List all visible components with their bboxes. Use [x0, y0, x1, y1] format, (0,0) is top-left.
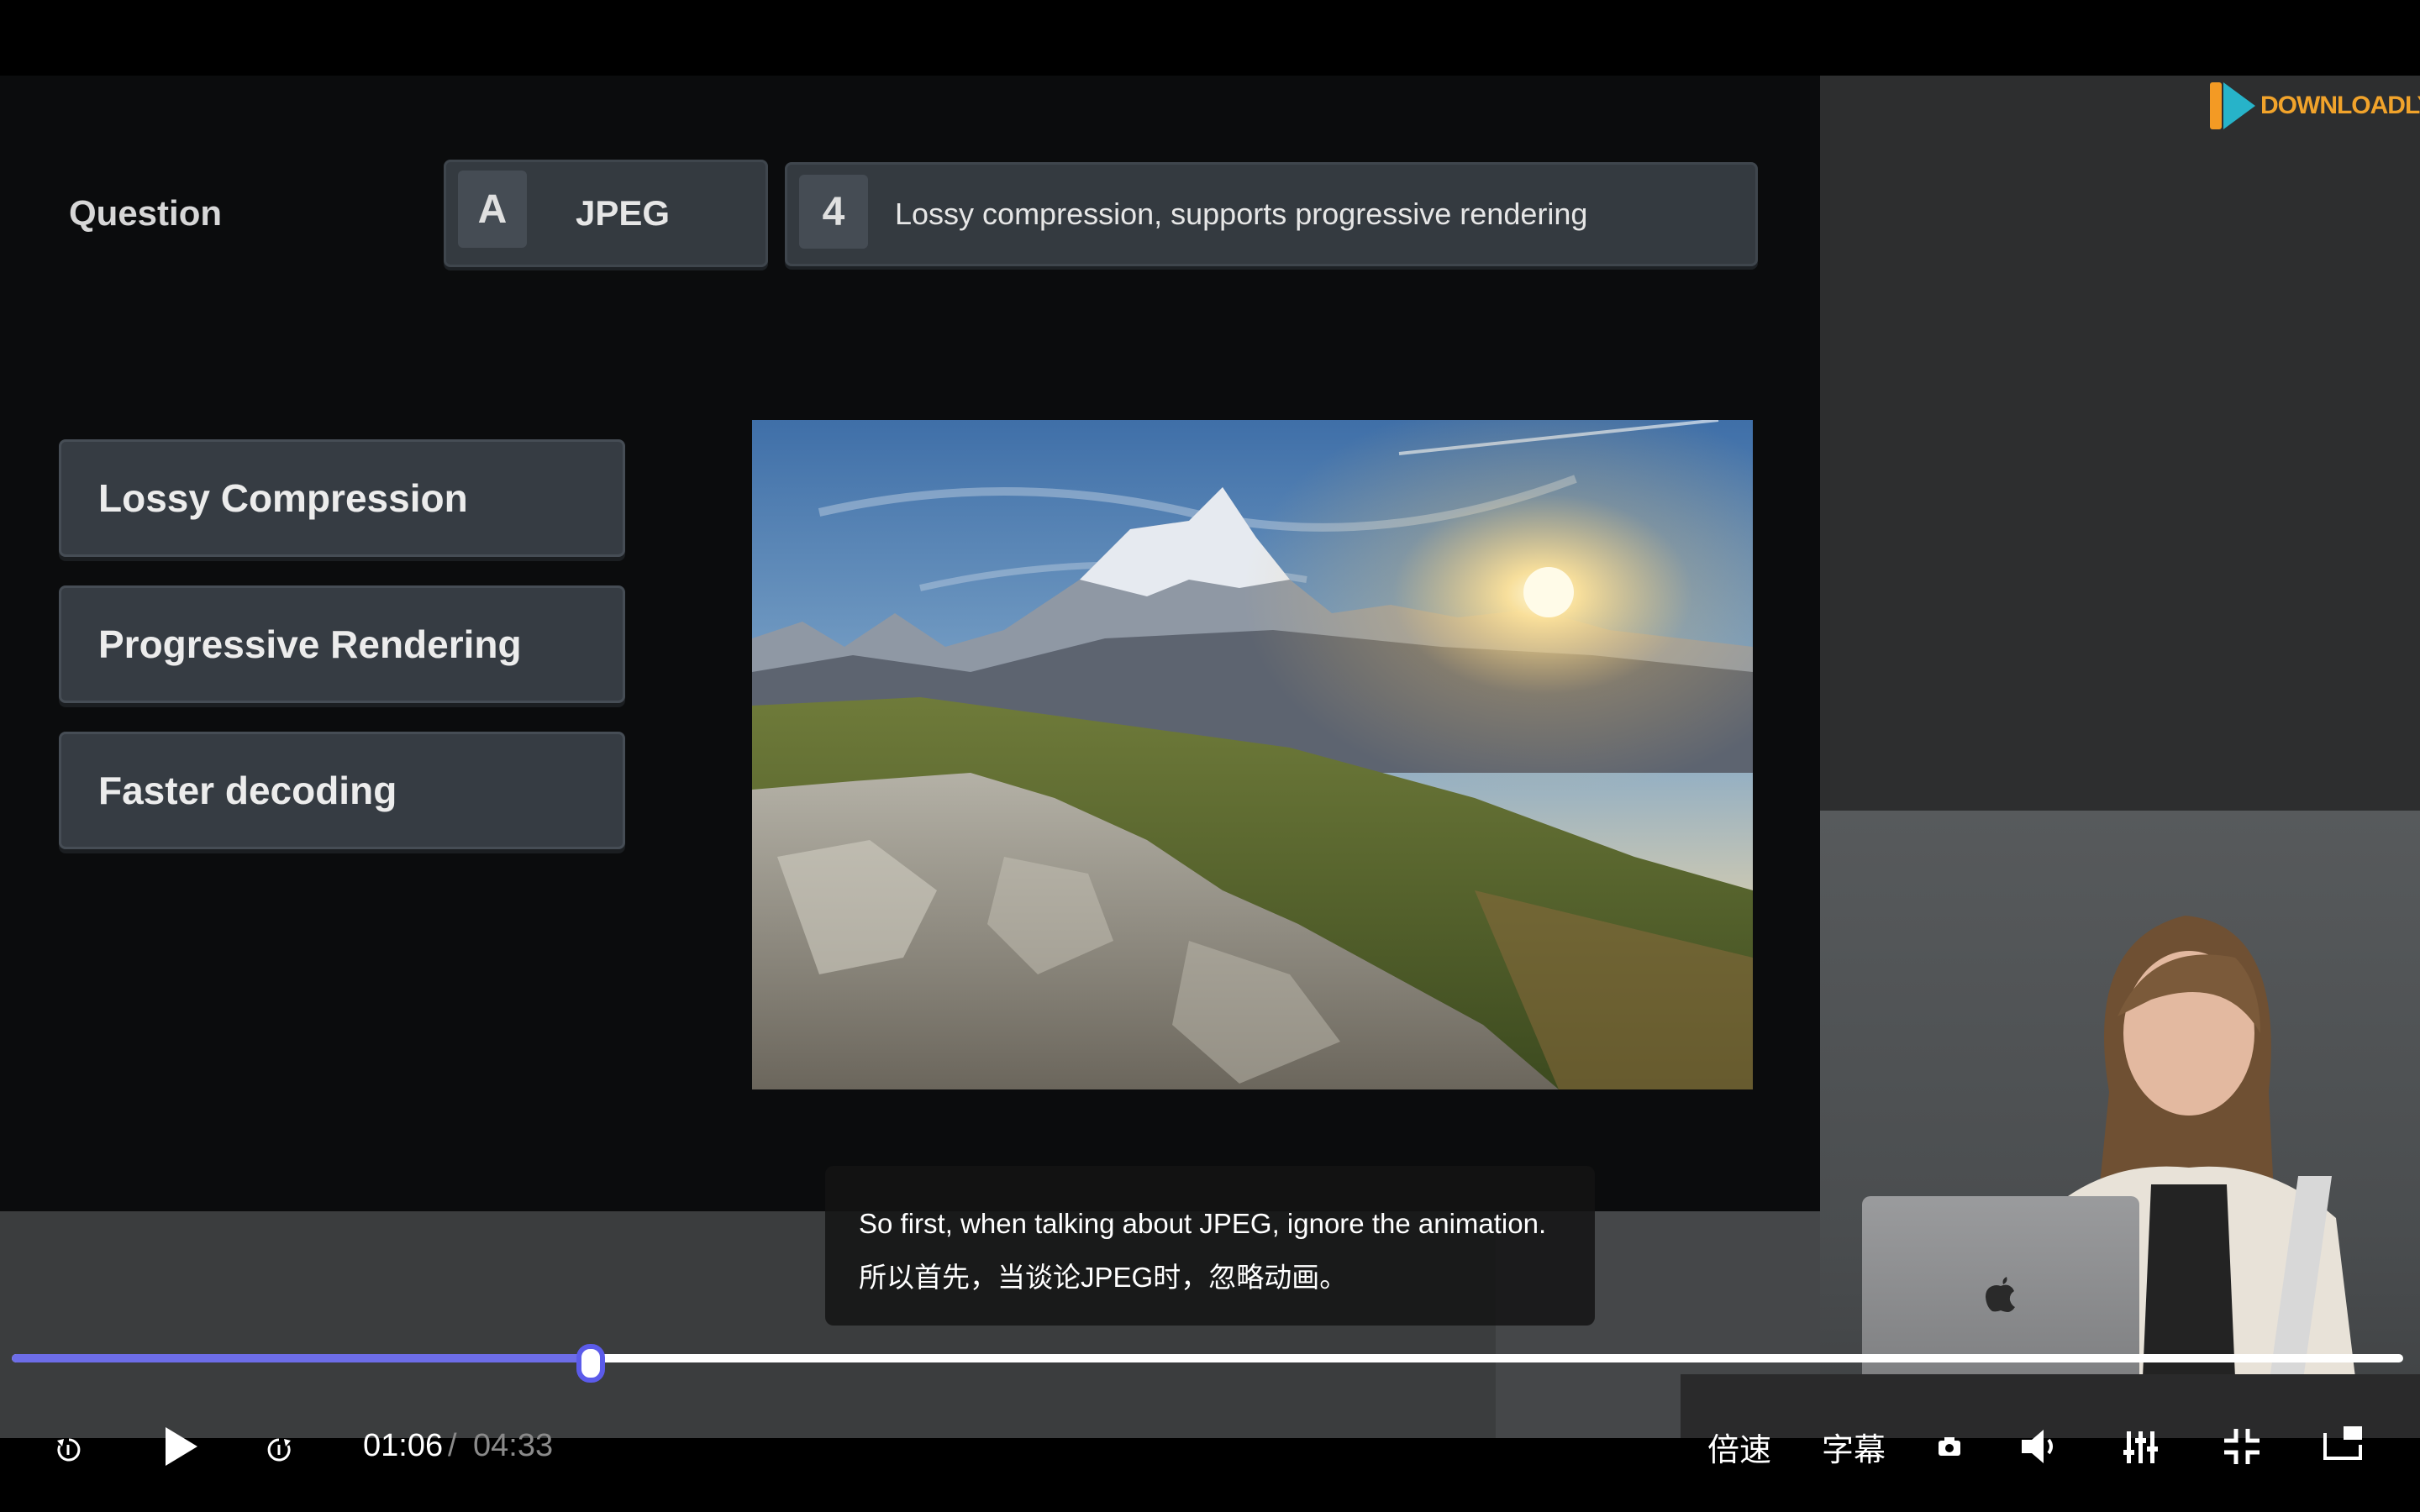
forward-icon[interactable] — [262, 1433, 296, 1467]
side-panel — [1820, 76, 2420, 811]
video-frame[interactable]: Question A JPEG 4 Lossy compression, sup… — [0, 0, 2420, 1512]
pip-icon[interactable] — [2319, 1420, 2366, 1467]
answer-value: JPEG — [576, 193, 671, 233]
answer-detail-chip: 4 Lossy compression, supports progressiv… — [785, 162, 1758, 266]
time-separator: / — [448, 1428, 457, 1463]
answer-letter: A — [458, 171, 527, 248]
exit-fullscreen-icon[interactable] — [2218, 1423, 2265, 1470]
total-time: 04:33 — [473, 1428, 554, 1463]
volume-icon[interactable] — [2017, 1423, 2062, 1470]
equalizer-icon[interactable] — [2119, 1423, 2161, 1470]
option-faster-decoding: Faster decoding — [59, 732, 625, 849]
playback-speed-button[interactable]: 倍速 — [1706, 1423, 1773, 1470]
play-icon[interactable] — [160, 1423, 202, 1470]
subtitle-english: So first, when talking about JPEG, ignor… — [859, 1208, 1547, 1239]
progress-handle[interactable] — [576, 1344, 605, 1383]
watermark-text: DOWNLOADLY.IR — [2260, 92, 2420, 119]
progress-fill — [12, 1354, 591, 1362]
answer-number: 4 — [799, 175, 868, 249]
option-progressive-rendering: Progressive Rendering — [59, 585, 625, 703]
play-logo-icon — [2210, 82, 2255, 129]
subtitle-box: So first, when talking about JPEG, ignor… — [825, 1166, 1595, 1326]
rewind-icon[interactable] — [52, 1433, 86, 1467]
answer-description: Lossy compression, supports progressive … — [895, 197, 1588, 231]
mountain-photo — [752, 420, 1753, 1089]
option-lossy-compression: Lossy Compression — [59, 439, 625, 557]
subtitle-chinese: 所以首先，当谈论JPEG时，忽略动画。 — [859, 1262, 1348, 1293]
progress-bar[interactable] — [12, 1354, 2403, 1362]
subtitles-button[interactable]: 字幕 — [1820, 1423, 1887, 1470]
watermark-logo: DOWNLOADLY.IR — [2208, 79, 2420, 133]
question-label: Question — [69, 193, 223, 233]
current-time: 01:06 — [363, 1428, 444, 1463]
camera-icon[interactable] — [1933, 1430, 1966, 1463]
answer-chip: A JPEG — [444, 160, 768, 267]
